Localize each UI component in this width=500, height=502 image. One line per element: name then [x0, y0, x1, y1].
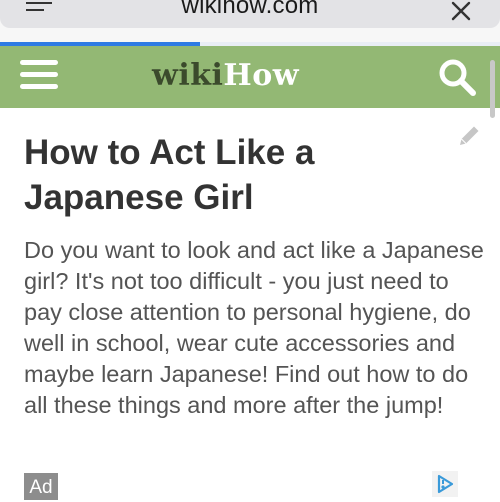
pencil-icon[interactable] [456, 123, 482, 149]
url-text[interactable]: wikihow.com [0, 0, 500, 20]
close-icon[interactable] [448, 0, 474, 24]
ad-badge: Ad [24, 473, 58, 500]
article-intro: Do you want to look and act like a Japan… [24, 237, 484, 418]
logo-wiki-text: wiki [152, 58, 224, 93]
logo-how-text: How [223, 58, 300, 93]
browser-toolbar: wikihow.com [0, 0, 500, 42]
hamburger-icon[interactable] [20, 60, 58, 94]
adchoices-icon[interactable] [432, 471, 458, 497]
article-title: How to Act Like a Japanese Girl [24, 133, 315, 217]
scrollbar-thumb[interactable] [490, 60, 495, 118]
site-header: wikiHow [0, 46, 500, 108]
wikihow-logo[interactable]: wikiHow [152, 58, 299, 93]
search-icon[interactable] [436, 56, 478, 98]
